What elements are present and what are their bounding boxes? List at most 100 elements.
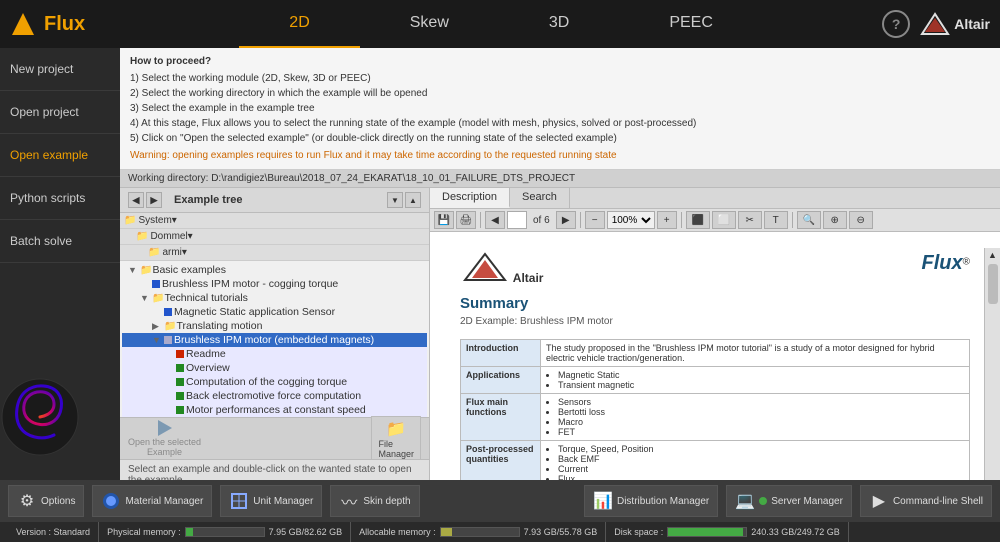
sidebar-item-batch-solve[interactable]: Batch solve (0, 220, 120, 263)
print-btn[interactable]: 🖨 (456, 211, 476, 229)
instructions-step5: 5) Click on "Open the selected example" … (130, 131, 990, 146)
open-selected-button[interactable]: Open the selected Example (128, 420, 201, 458)
tab-skew[interactable]: Skew (360, 0, 499, 48)
header-right: ? Altair (882, 10, 1000, 38)
tree-header-actions: ▼ ▲ (387, 192, 421, 208)
tree-back-btn[interactable]: ◀ (128, 192, 144, 208)
fit-width-btn[interactable]: ⬛ (686, 211, 710, 229)
select-text-btn[interactable]: T (764, 211, 788, 229)
zoom-in-btn[interactable]: + (657, 211, 677, 229)
zoom-out-btn[interactable]: − (585, 211, 605, 229)
pdf-summary-title: Summary (460, 295, 970, 312)
zoom-minus-btn[interactable]: ⊖ (849, 211, 873, 229)
zoom-rect-btn[interactable]: 🔍 (797, 211, 821, 229)
tree-fwd-btn[interactable]: ▶ (146, 192, 162, 208)
crop-btn[interactable]: ✂ (738, 211, 762, 229)
pdf-header: Altair Flux® (460, 252, 970, 285)
server-status-indicator (759, 497, 767, 505)
status-mode-text: Version : Standard (16, 527, 90, 537)
fit-page-btn[interactable]: ⬜ (712, 211, 736, 229)
unit-label: Unit Manager (253, 496, 313, 507)
armi-node[interactable]: 📁 armi▾ (120, 245, 429, 261)
description-tabs: Description Search (430, 188, 1000, 209)
page-number-input[interactable]: 1 (507, 211, 527, 229)
instructions-step2: 2) Select the working directory in which… (130, 86, 990, 101)
instructions-panel: How to proceed? 1) Select the working mo… (120, 48, 1000, 170)
pdf-flux-logo: Flux® (922, 252, 971, 275)
allocable-memory-label: Allocable memory : (359, 527, 436, 537)
disk-label: Disk space : (614, 527, 663, 537)
working-directory: Working directory: D:\randigiez\Bureau\2… (120, 170, 1000, 188)
prev-page-btn[interactable]: ◀ (485, 211, 505, 229)
distribution-manager-button[interactable]: 📊 Distribution Manager (584, 485, 718, 517)
left-sidebar: New project Open project Open example Py… (0, 48, 120, 490)
tree-node-translating[interactable]: ▶ 📁 Translating motion (122, 319, 427, 333)
tree-content[interactable]: ▼ 📁 Basic examples Brushless IPM motor -… (120, 261, 429, 417)
material-label: Material Manager (125, 496, 203, 507)
pdf-subtitle: 2D Example: Brushless IPM motor (460, 316, 970, 327)
tree-node-brushless-cogging[interactable]: Brushless IPM motor - cogging torque (122, 277, 427, 291)
allocable-memory-fill (441, 528, 452, 536)
server-manager-button[interactable]: 💻 Server Manager (726, 485, 852, 517)
tab-description[interactable]: Description (430, 188, 510, 208)
sidebar-item-python-scripts[interactable]: Python scripts (0, 177, 120, 220)
scroll-thumb[interactable] (988, 264, 998, 304)
applications-value: Magnetic Static Transient magnetic (541, 367, 970, 394)
working-dir-path: D:\randigiez\Bureau\2018_07_24_EKARAT\18… (211, 173, 575, 184)
disk-value: 240.33 GB/249.72 GB (751, 527, 840, 537)
pdf-altair-logo: Altair (460, 252, 543, 285)
right-scrollbar[interactable]: ▲ ▼ (984, 248, 1000, 490)
tab-2d[interactable]: 2D (239, 0, 359, 48)
next-page-btn[interactable]: ▶ (556, 211, 576, 229)
save-btn[interactable]: 💾 (434, 211, 454, 229)
shell-label: Command-line Shell (893, 496, 983, 507)
dommel-node[interactable]: 📁 Dommel▾ (120, 229, 429, 245)
sidebar-item-open-project[interactable]: Open project (0, 91, 120, 134)
nav-tabs: 2D Skew 3D PEEC (120, 0, 882, 48)
tree-node-cogging[interactable]: Computation of the cogging torque (122, 375, 427, 389)
tree-node-basic[interactable]: ▼ 📁 Basic examples (122, 263, 427, 277)
instructions-warning: Warning: opening examples requires to ru… (130, 148, 990, 163)
pdf-info-table: Introduction The study proposed in the "… (460, 339, 970, 490)
tree-node-back-emf[interactable]: Back electromotive force computation (122, 389, 427, 403)
toolbar-sep4 (792, 212, 793, 228)
zoom-plus-btn[interactable]: ⊕ (823, 211, 847, 229)
page-count: of 6 (529, 215, 554, 226)
physical-memory-bar (185, 527, 265, 537)
tree-header: ◀ ▶ Example tree ▼ ▲ (120, 188, 429, 213)
tree-node-readme[interactable]: Readme (122, 347, 427, 361)
tree-node-technical[interactable]: ▼ 📁 Technical tutorials (122, 291, 427, 305)
disk-bar (667, 527, 747, 537)
tree-collapse-btn[interactable]: ▼ (387, 192, 403, 208)
sidebar-item-open-example[interactable]: Open example (0, 134, 120, 177)
tree-node-brushless-ipm[interactable]: ▼ Brushless IPM motor (embedded magnets) (122, 333, 427, 347)
command-shell-button[interactable]: ▶ Command-line Shell (860, 485, 992, 517)
tab-3d[interactable]: 3D (499, 0, 619, 48)
description-content[interactable]: Altair Flux® Summary 2D Example: Brushle… (430, 232, 1000, 490)
material-manager-button[interactable]: Material Manager (92, 485, 212, 517)
tree-expand-btn[interactable]: ▲ (405, 192, 421, 208)
flux-logo-icon (10, 11, 36, 37)
disk-fill (668, 528, 743, 536)
tab-search[interactable]: Search (510, 188, 570, 208)
applications-label: Applications (461, 367, 541, 394)
scroll-up-btn[interactable]: ▲ (988, 250, 997, 260)
options-button[interactable]: ⚙ Options (8, 485, 84, 517)
open-selected-label: Open the selected Example (128, 438, 201, 458)
status-allocable-memory: Allocable memory : 7.93 GB/55.78 GB (351, 522, 606, 542)
content-area: ◀ ▶ Example tree ▼ ▲ 📁 System▾ 📁 Dommel▾… (120, 188, 1000, 490)
file-manager-button[interactable]: 📁 FileManager (371, 416, 421, 462)
help-button[interactable]: ? (882, 10, 910, 38)
unit-manager-button[interactable]: Unit Manager (220, 485, 322, 517)
sidebar-item-new-project[interactable]: New project (0, 48, 120, 91)
scroll-track (988, 260, 998, 490)
tree-node-overview[interactable]: Overview (122, 361, 427, 375)
spiral-decoration (0, 377, 80, 457)
table-row-flux-functions: Flux main functions Sensors Bertotti los… (461, 394, 970, 441)
status-mode: Version : Standard (8, 522, 99, 542)
zoom-select[interactable]: 100% 75% 150% (607, 211, 655, 229)
tab-peec[interactable]: PEEC (619, 0, 763, 48)
tree-node-magnetic-static[interactable]: Magnetic Static application Sensor (122, 305, 427, 319)
skin-depth-button[interactable]: 〰 Skin depth (330, 485, 419, 517)
description-toolbar: 💾 🖨 ◀ 1 of 6 ▶ − 100% 75% 150% + ⬛ ⬜ ✂ (430, 209, 1000, 232)
